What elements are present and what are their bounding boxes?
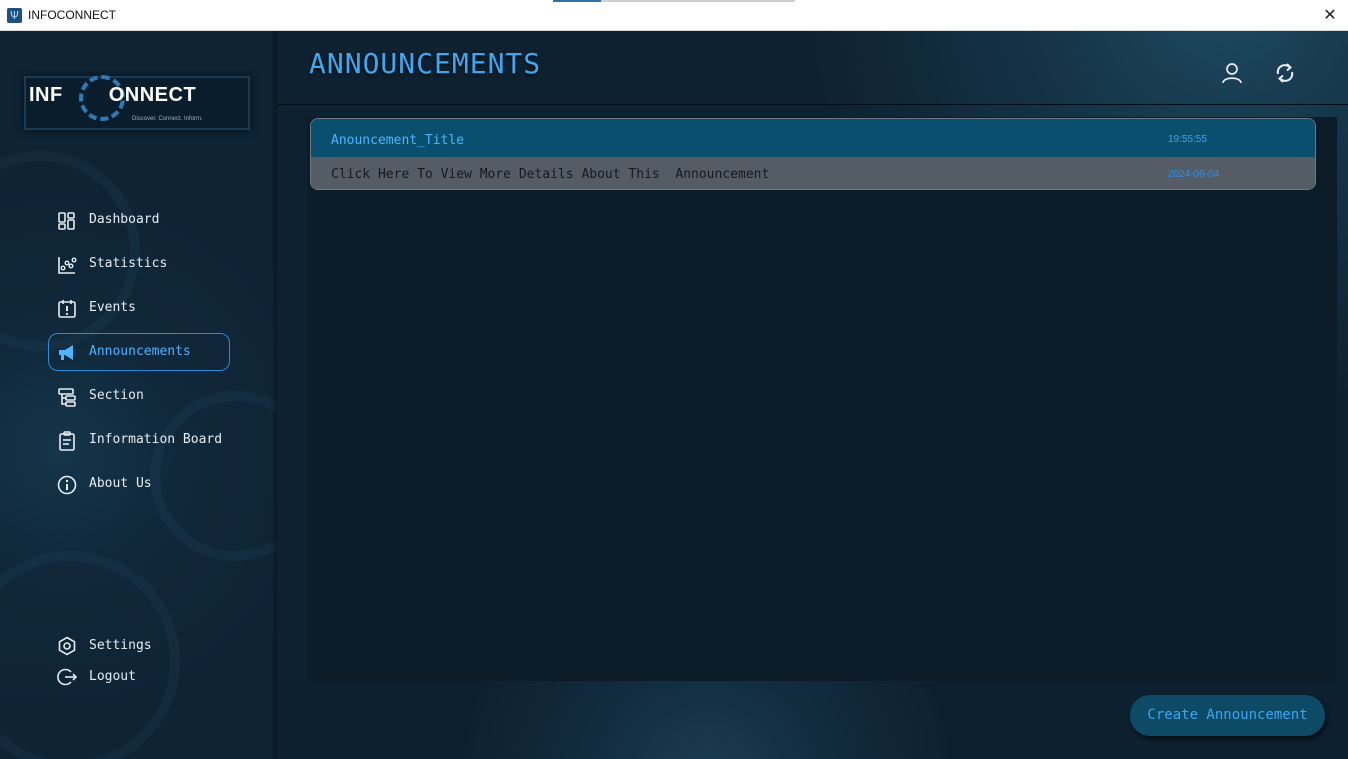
megaphone-icon [59,345,73,360]
events-icon [58,300,76,318]
title-bar-accent-secondary [601,0,795,2]
window-title: INFOCONNECT [28,8,116,22]
app-logo: INF ONNECT Discover. Connect. Inform. [24,69,250,130]
announcement-date: 2024-06-04 [1168,169,1220,180]
sidebar-item-label: Information Board [89,432,223,447]
close-icon[interactable]: ✕ [1322,5,1338,25]
settings-icon [58,636,76,656]
page-header: ANNOUNCEMENTS [277,31,1348,105]
sidebar: INF ONNECT Discover. Connect. Inform. Das… [0,31,320,759]
sidebar-item-dashboard[interactable]: Dashboard [48,201,230,239]
app-icon: Ψ [7,8,22,23]
statistics-icon [58,257,77,274]
user-icon[interactable] [1220,61,1244,85]
sidebar-item-label: Settings [89,638,152,653]
sidebar-item-settings[interactable]: Settings [48,631,230,659]
announcement-description: Click Here To View More Details About Th… [331,167,770,182]
sidebar-item-label: Events [89,300,136,315]
logo-brand-right: ONNECT [108,84,197,106]
sidebar-item-section[interactable]: Section [48,377,230,415]
title-bar: Ψ INFOCONNECT ✕ [0,0,1348,31]
announcements-list: Anouncement_Title 19:55:55 Click Here To… [307,117,1337,681]
sidebar-nav: Dashboard Statistics Events Announcement… [48,201,230,509]
sidebar-item-announcements[interactable]: Announcements [48,333,230,371]
main-panel: ANNOUNCEMENTS Anouncement_Title 19:55:55… [277,31,1348,759]
sidebar-item-label: Logout [89,669,136,684]
info-icon [57,475,77,495]
sidebar-item-events[interactable]: Events [48,289,230,327]
sidebar-item-about-us[interactable]: About Us [48,465,230,503]
create-announcement-button[interactable]: Create Announcement [1130,695,1325,736]
refresh-icon[interactable] [1273,61,1297,85]
sidebar-item-label: About Us [89,476,152,491]
sidebar-item-label: Statistics [89,256,168,271]
announcement-card[interactable]: Anouncement_Title 19:55:55 Click Here To… [310,118,1316,190]
clipboard-icon [59,431,75,451]
section-icon [58,388,76,407]
dashboard-icon [58,212,75,230]
announcement-time: 19:55:55 [1168,134,1207,145]
sidebar-item-statistics[interactable]: Statistics [48,245,230,283]
logout-icon [57,668,77,686]
announcement-card-header: Anouncement_Title 19:55:55 [311,119,1315,157]
sidebar-item-logout[interactable]: Logout [48,662,230,690]
logo-brand-left: INF [29,84,63,106]
title-bar-accent [553,0,601,2]
sidebar-bottom-nav: Settings Logout [48,631,230,693]
logo-brand: INF ONNECT [29,84,196,107]
sidebar-item-label: Section [89,388,144,403]
page-title: ANNOUNCEMENTS [309,47,542,80]
announcement-title: Anouncement_Title [331,133,465,148]
sidebar-item-information-board[interactable]: Information Board [48,421,230,459]
sidebar-item-label: Dashboard [89,212,160,227]
sidebar-item-label: Announcements [89,344,191,359]
announcement-card-body: Click Here To View More Details About Th… [311,157,1315,189]
logo-tagline: Discover. Connect. Inform. [132,116,203,122]
